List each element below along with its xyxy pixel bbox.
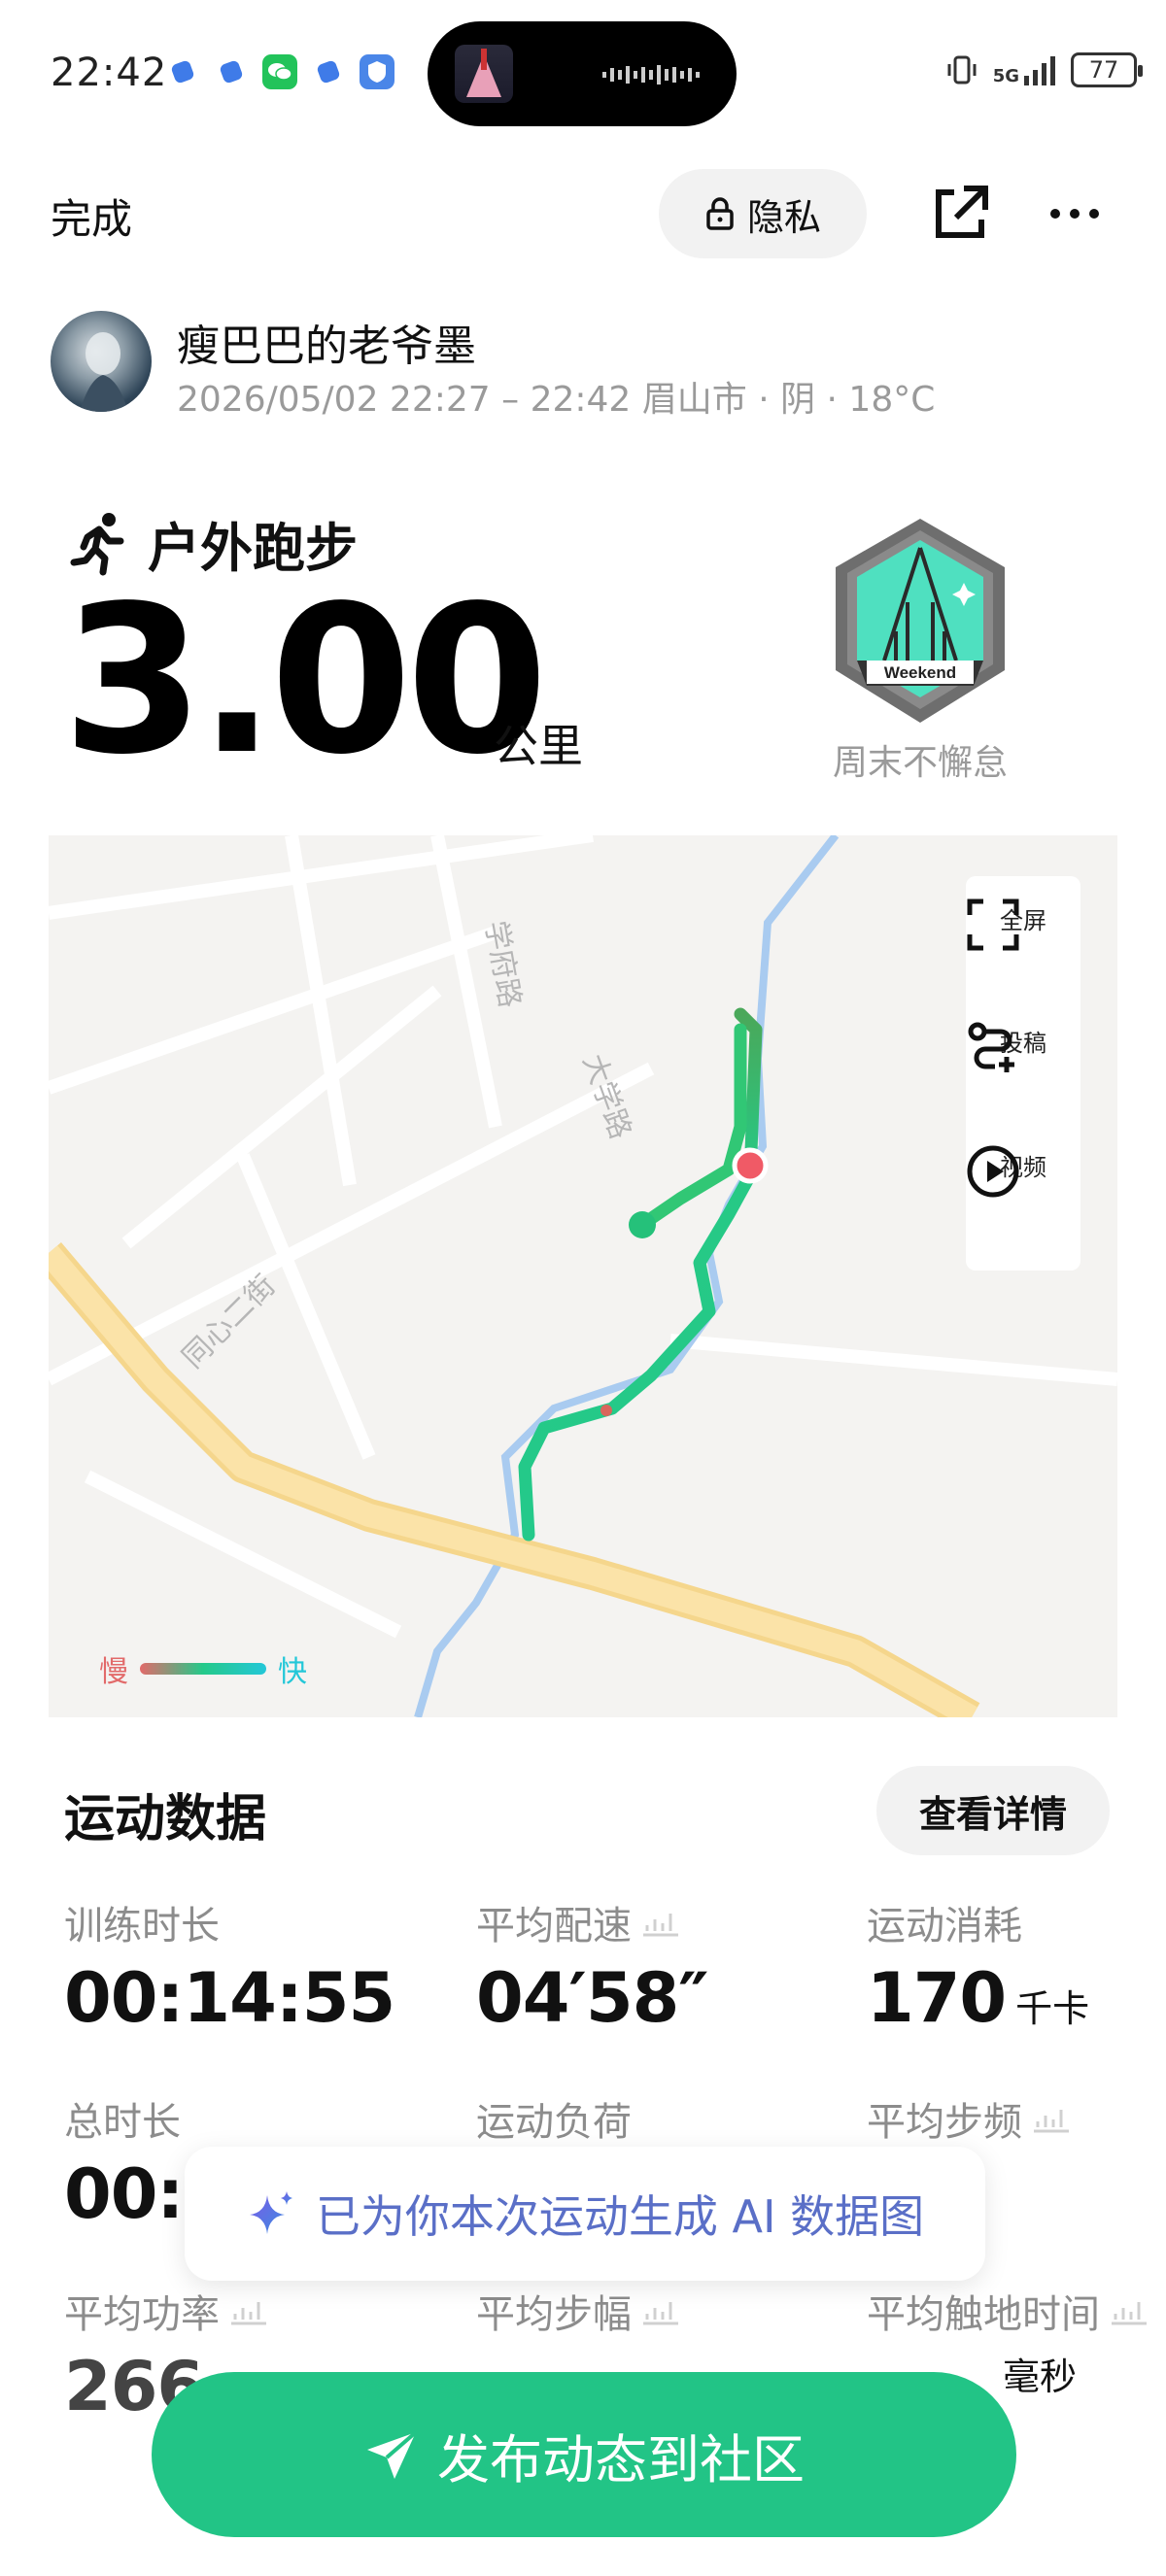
activity-meta: 2026/05/02 22:27 – 22:42 眉山市 · 阴 · 18°C [177,380,936,420]
app-notification-icon [311,54,346,89]
map-label-road1: 学府路 [478,918,527,1010]
legend-slow: 慢 [99,1655,128,1689]
stat-label: 平均功率 [64,2292,220,2337]
stat-label: 平均步幅 [476,2292,632,2337]
play-icon [967,1145,1019,1198]
stat-training-load: 运动负荷 [476,2090,632,2147]
publish-label: 发布动态到社区 [437,2428,805,2491]
top-nav: 完成 隐私 [0,165,1166,272]
trend-chart-icon [643,2302,678,2325]
trend-chart-icon [1034,2110,1069,2133]
stat-avg-cadence[interactable]: 平均步频 [867,2090,1071,2147]
trend-chart-icon [643,1914,678,1937]
trend-chart-icon [231,2302,266,2325]
distance-unit: 公里 [494,720,583,772]
music-cover-icon [455,45,513,103]
status-right: 5G 77 [944,52,1143,87]
trend-chart-icon [1112,2302,1147,2325]
signal-icon [1024,56,1055,85]
route-submit-icon [968,1022,1014,1072]
status-time: 22:42 [51,51,168,95]
stats-title: 运动数据 [64,1790,267,1848]
weekend-badge-icon[interactable]: Weekend [828,515,1012,729]
route-path [518,1007,763,1542]
battery-indicator: 77 [1071,52,1143,87]
publish-button[interactable]: 发布动态到社区 [152,2372,1016,2537]
route-end-marker [732,1147,769,1184]
stat-value: 04′58″ [476,1958,709,2038]
badge-name: 周末不懈怠 [832,743,1008,783]
fullscreen-button[interactable]: 全屏 [966,898,1080,951]
network-indicator: 5G [993,54,1057,85]
route-map[interactable]: 学府路 大学路 同心二街 全屏 投稿 视频 慢 快 [49,835,1117,1717]
legend-gradient-bar [140,1663,266,1675]
avatar[interactable] [51,311,152,412]
stat-label: 运动消耗 [867,1904,1022,1949]
lock-icon [706,197,734,230]
stat-avg-stride[interactable]: 平均步幅 [476,2283,680,2339]
app-notification-icon [214,54,249,89]
ai-chart-toast[interactable]: 已为你本次运动生成 AI 数据图 [185,2147,985,2281]
stat-label: 平均配速 [476,1904,632,1949]
stat-label: 训练时长 [64,1904,220,1949]
privacy-button[interactable]: 隐私 [659,169,867,258]
distance-value: 3.00 [62,561,548,799]
wechat-icon [262,54,297,89]
network-label: 5G [992,66,1019,86]
stat-training-time: 训练时长 00:14:55 [64,1894,395,2038]
stat-label: 运动负荷 [476,2100,632,2145]
shield-app-icon [360,54,394,89]
share-icon[interactable] [925,179,995,249]
app-notification-icon [165,54,200,89]
done-button[interactable]: 完成 [51,186,132,246]
stat-avg-pace[interactable]: 平均配速 04′58″ [476,1894,709,2038]
privacy-label: 隐私 [746,195,821,239]
audio-wave-icon [602,65,700,85]
stat-unit: 毫秒 [1003,2356,1078,2398]
submit-button[interactable]: 投稿 [966,1020,1080,1072]
username: 瘦巴巴的老爷墨 [177,322,476,371]
fullscreen-icon [967,898,1019,951]
stat-unit: 千卡 [1015,1987,1090,2030]
stat-value: 170 [867,1958,1007,2038]
vibrate-icon [947,55,977,85]
more-options-icon[interactable] [1040,179,1110,249]
stat-value: 00:14:55 [64,1958,395,2038]
stat-label: 平均触地时间 [867,2292,1100,2337]
stat-label: 总时长 [64,2100,181,2145]
legend-fast: 快 [278,1655,307,1689]
battery-level: 77 [1088,56,1119,84]
map-streets [49,835,1117,1639]
ai-toast-text: 已为你本次运动生成 AI 数据图 [315,2190,925,2243]
map-toolbar: 全屏 投稿 视频 [966,876,1080,1271]
stat-calories: 运动消耗 170 千卡 [867,1894,1089,2038]
send-icon [367,2430,418,2479]
pace-legend: 慢 快 [99,1647,307,1690]
view-details-button[interactable]: 查看详情 [876,1766,1110,1855]
notification-icons [165,54,394,89]
video-button[interactable]: 视频 [966,1144,1080,1198]
stat-label: 平均步频 [867,2100,1022,2145]
dynamic-island[interactable] [428,21,737,126]
status-bar: 22:42 5G 77 [0,0,1166,146]
badge-text: Weekend [884,663,956,682]
route-start-marker [629,1211,656,1238]
sparkle-icon [249,2191,292,2234]
